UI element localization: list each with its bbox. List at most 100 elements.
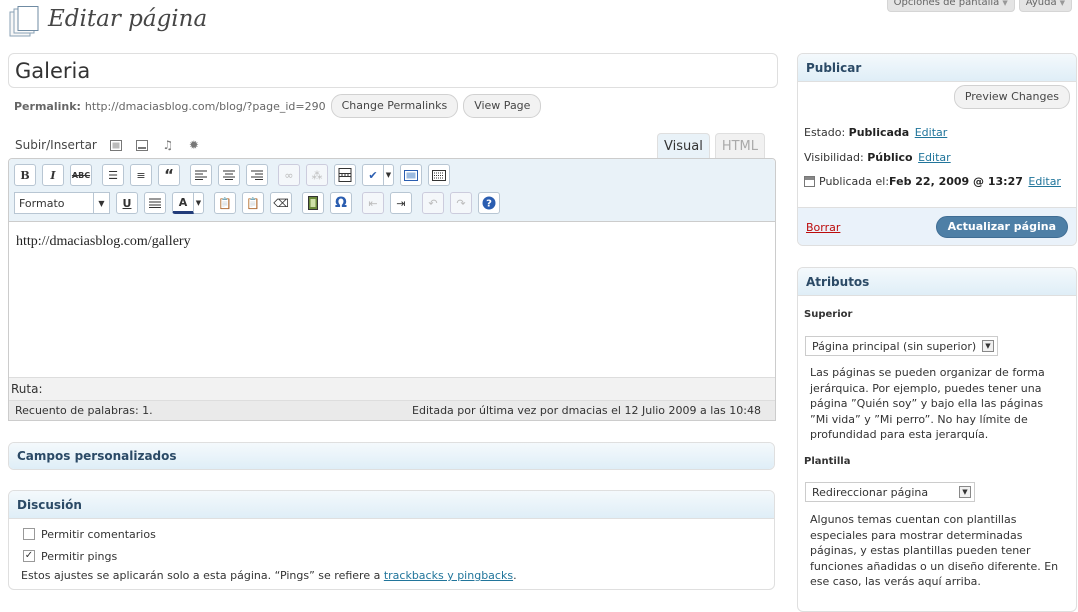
indent-icon[interactable]: ⇥ [390, 192, 412, 214]
discussion-note-end: . [513, 569, 517, 582]
more-tag-icon[interactable] [334, 164, 356, 186]
text-color-control: A ▼ [172, 192, 204, 214]
permalink-url: http://dmaciasblog.com/blog/?page_id=290 [84, 99, 326, 113]
help-label: Ayuda [1025, 0, 1057, 8]
screen-options-tab[interactable]: Opciones de pantalla ▼ [886, 0, 1015, 12]
spellcheck-icon[interactable]: ✔ [362, 164, 384, 186]
parent-select[interactable]: Página principal (sin superior) ▼ [805, 336, 998, 356]
chevron-down-icon: ▼ [982, 340, 994, 352]
outdent-icon[interactable]: ⇤ [362, 192, 384, 214]
custom-fields-box[interactable]: Campos personalizados [8, 442, 775, 470]
parent-select-value: Página principal (sin superior) [812, 339, 977, 353]
visibility-value: Público [867, 151, 913, 164]
chevron-down-icon: ▼ [93, 193, 109, 213]
status-value: Publicada [848, 126, 910, 139]
update-page-button[interactable]: Actualizar página [935, 216, 1068, 238]
parent-label: Superior [804, 309, 853, 320]
publish-box: Publicar Preview Changes Estado: Publica… [797, 53, 1077, 246]
paste-text-icon[interactable]: 📋 [214, 192, 236, 214]
preview-changes-button[interactable]: Preview Changes [953, 85, 1070, 109]
calendar-icon [804, 175, 815, 187]
allow-comments-checkbox[interactable] [23, 528, 35, 540]
last-edited: Editada por última vez por dmacias el 12… [412, 404, 761, 417]
link-icon[interactable]: ∞ [278, 164, 300, 186]
paste-word-icon[interactable]: 📋 [242, 192, 264, 214]
attributes-box: Atributos Superior Página principal (sin… [797, 267, 1077, 612]
attributes-title[interactable]: Atributos [798, 268, 1076, 296]
add-video-icon[interactable] [135, 138, 149, 152]
permalink-row: Permalink: http://dmaciasblog.com/blog/?… [14, 94, 542, 118]
kitchen-sink-icon[interactable] [428, 164, 450, 186]
screen-options-label: Opciones de pantalla [893, 0, 1000, 8]
edit-date-link[interactable]: Editar [1028, 175, 1061, 188]
align-center-icon[interactable] [218, 164, 240, 186]
align-left-icon[interactable] [190, 164, 212, 186]
page-title: Editar página [48, 6, 208, 32]
justify-icon[interactable] [144, 192, 166, 214]
italic-icon[interactable]: I [42, 164, 64, 186]
bullet-list-icon[interactable]: ☰ [102, 164, 124, 186]
post-title-input[interactable] [8, 53, 778, 88]
add-media-icon[interactable]: ✹ [187, 138, 201, 152]
chevron-down-icon: ▼ [1059, 0, 1065, 7]
edit-status-link[interactable]: Editar [915, 126, 948, 139]
editor-tabs: Visual HTML [657, 133, 770, 159]
status-label: Estado: [804, 126, 846, 139]
numbered-list-icon[interactable]: ≡ [130, 164, 152, 186]
delete-link[interactable]: Borrar [806, 221, 840, 234]
tab-visual[interactable]: Visual [657, 133, 710, 159]
chevron-down-icon[interactable]: ▼ [194, 192, 204, 214]
published-date-line: Publicada el:Feb 22, 2009 @ 13:27 Editar [804, 175, 1061, 188]
format-select-value: Formato [19, 196, 65, 210]
editor-path: Ruta: [9, 377, 775, 400]
spellcheck-control: ✔ ▼ [362, 164, 394, 186]
add-image-icon[interactable] [109, 138, 123, 152]
trackbacks-link[interactable]: trackbacks y pingbacks [384, 569, 513, 582]
toolbar-row-2: Formato ▼ U A ▼ 📋 📋 ⌫ Ω ⇤ ⇥ ↶ ↷ ? [14, 192, 506, 214]
edit-visibility-link[interactable]: Editar [918, 151, 951, 164]
template-select[interactable]: Redireccionar página ▼ [805, 482, 975, 502]
allow-pings-option[interactable]: ✓ Permitir pings [23, 545, 774, 567]
custom-fields-title[interactable]: Campos personalizados [9, 443, 774, 469]
unlink-icon[interactable]: ⁂ [306, 164, 328, 186]
text-color-icon[interactable]: A [172, 192, 194, 214]
underline-icon[interactable]: U [116, 192, 138, 214]
redo-icon[interactable]: ↷ [450, 192, 472, 214]
toolbar-row-1: B I ABC ☰ ≡ “ ∞ ⁂ ✔ ▼ [14, 164, 456, 186]
template-label: Plantilla [804, 456, 851, 467]
change-permalinks-button[interactable]: Change Permalinks [330, 94, 459, 118]
allow-comments-label: Permitir comentarios [41, 527, 156, 541]
view-page-button[interactable]: View Page [463, 94, 542, 118]
help-tab[interactable]: Ayuda ▼ [1018, 0, 1072, 12]
strikethrough-icon[interactable]: ABC [70, 164, 92, 186]
editor-status-bar: Recuento de palabras: 1. Editada por últ… [9, 400, 775, 420]
allow-comments-option[interactable]: Permitir comentarios [23, 523, 774, 545]
discussion-box: Discusión Permitir comentarios ✓ Permiti… [8, 490, 775, 590]
tab-html[interactable]: HTML [714, 133, 765, 159]
fullscreen-icon[interactable] [400, 164, 422, 186]
bold-icon[interactable]: B [14, 164, 36, 186]
editor-content[interactable]: http://dmaciasblog.com/gallery [9, 222, 775, 377]
published-value: Feb 22, 2009 @ 13:27 [889, 175, 1023, 188]
align-right-icon[interactable] [246, 164, 268, 186]
word-count: Recuento de palabras: 1. [15, 404, 153, 417]
permalink-label: Permalink: [14, 99, 81, 113]
add-audio-icon[interactable]: ♫ [161, 138, 175, 152]
upload-insert-label: Subir/Insertar [15, 138, 97, 152]
allow-pings-label: Permitir pings [41, 549, 118, 563]
published-label: Publicada el: [819, 175, 890, 188]
allow-pings-checkbox[interactable]: ✓ [23, 550, 35, 562]
chevron-down-icon[interactable]: ▼ [384, 164, 394, 186]
blockquote-icon[interactable]: “ [158, 164, 180, 186]
media-icon[interactable] [302, 192, 324, 214]
post-editor: B I ABC ☰ ≡ “ ∞ ⁂ ✔ ▼ Formato ▼ U A ▼ 📋 … [8, 158, 776, 421]
format-select[interactable]: Formato ▼ [14, 192, 110, 214]
special-char-icon[interactable]: Ω [330, 192, 352, 214]
undo-icon[interactable]: ↶ [422, 192, 444, 214]
discussion-title[interactable]: Discusión [9, 491, 774, 519]
publish-title[interactable]: Publicar [798, 54, 1076, 82]
remove-format-icon[interactable]: ⌫ [270, 192, 292, 214]
media-buttons: Subir/Insertar ♫ ✹ [15, 138, 201, 152]
chevron-down-icon: ▼ [1002, 0, 1008, 7]
help-icon[interactable]: ? [478, 192, 500, 214]
